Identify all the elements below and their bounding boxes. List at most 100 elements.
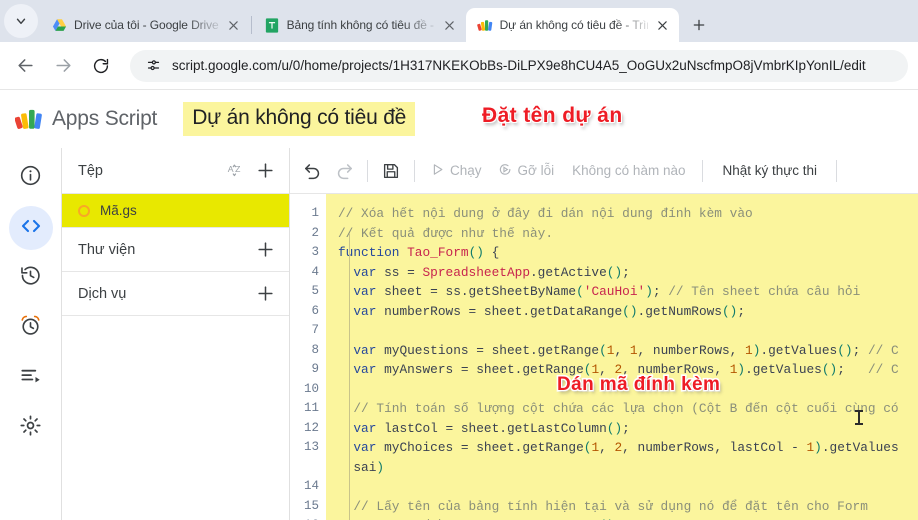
run-label: Chạy bbox=[450, 163, 482, 178]
undo-icon[interactable] bbox=[296, 155, 328, 187]
alarm-clock-icon bbox=[19, 314, 42, 342]
code-line[interactable]: var spreadsheetName = ss.getName(); bbox=[326, 516, 918, 520]
code-line[interactable]: var myChoices = sheet.getRange(1, 2, num… bbox=[326, 438, 918, 458]
code-area[interactable]: 12345678910111213 141516 // Xóa hết nội … bbox=[290, 194, 918, 520]
left-nav-rail bbox=[0, 148, 62, 520]
apps-script-icon bbox=[476, 17, 493, 33]
line-number bbox=[290, 458, 326, 478]
address-bar[interactable]: script.google.com/u/0/home/projects/1H31… bbox=[130, 49, 908, 82]
code-token: // C bbox=[844, 362, 899, 377]
code-token: myChoices = sheet.getRange bbox=[376, 440, 584, 455]
code-token: () bbox=[468, 245, 484, 260]
files-panel: Tệp A Z Mã.gs Thư viện Dịch vụ bbox=[62, 148, 290, 520]
code-line[interactable]: // Lấy tên của bảng tính hiện tại và sử … bbox=[326, 497, 918, 517]
indent-guide bbox=[349, 233, 350, 520]
line-number: 1 bbox=[311, 206, 319, 220]
editor-toolbar: Chạy Gỡ lỗi Không có hàm nào Nhật ký thự… bbox=[290, 148, 918, 194]
project-title-input[interactable]: Dự án không có tiêu đề bbox=[183, 102, 416, 136]
code-token: var bbox=[353, 284, 377, 299]
code-lines[interactable]: // Xóa hết nội dung ở đây đi dán nội dun… bbox=[326, 204, 918, 520]
add-file-plus-icon[interactable] bbox=[251, 157, 279, 185]
sidebar-item-triggers[interactable] bbox=[9, 306, 53, 350]
line-number: 11 bbox=[303, 401, 319, 415]
code-token: , numberRows, bbox=[637, 342, 746, 358]
sidebar-item-overview[interactable] bbox=[9, 156, 53, 200]
code-line[interactable]: // Kết quả được như thế này. bbox=[326, 224, 918, 244]
code-line[interactable]: var ss = SpreadsheetApp.getActive(); bbox=[326, 263, 918, 283]
browser-tab-sheets[interactable]: Bảng tính không có tiêu đề - Go bbox=[253, 8, 466, 42]
line-number: 6 bbox=[311, 303, 319, 318]
code-token: .getValues bbox=[760, 342, 838, 358]
code-token: .getActive bbox=[530, 264, 607, 280]
close-icon[interactable] bbox=[442, 17, 458, 33]
debug-button[interactable]: Gỡ lỗi bbox=[490, 155, 563, 187]
history-clock-icon bbox=[19, 264, 42, 292]
browser-tab-apps-script[interactable]: Dự án không có tiêu đề - Trình bbox=[465, 8, 679, 42]
text-cursor-icon bbox=[855, 410, 863, 425]
reload-icon[interactable] bbox=[86, 51, 116, 81]
code-scroll-region[interactable]: // Xóa hết nội dung ở đây đi dán nội dun… bbox=[326, 194, 918, 520]
code-token: var bbox=[353, 440, 377, 455]
sidebar-item-history[interactable] bbox=[9, 256, 53, 300]
add-library-plus-icon[interactable] bbox=[251, 236, 279, 264]
code-line[interactable] bbox=[326, 477, 918, 497]
line-number: 3 bbox=[311, 245, 319, 259]
function-selector[interactable]: Không có hàm nào bbox=[562, 163, 695, 178]
sort-az-icon[interactable]: A Z bbox=[221, 157, 249, 185]
tab-search-chevron-down-icon[interactable] bbox=[4, 4, 38, 38]
close-icon[interactable] bbox=[655, 17, 671, 33]
code-token: numberRows = sheet.getDataRange bbox=[376, 303, 623, 319]
code-line[interactable]: var lastCol = sheet.getLastColumn(); bbox=[326, 419, 918, 439]
code-token: .getValues bbox=[745, 362, 822, 377]
code-line[interactable]: // Xóa hết nội dung ở đây đi dán nội dun… bbox=[326, 204, 918, 224]
browser-tab-title: Drive của tôi - Google Drive bbox=[74, 18, 219, 32]
sidebar-section-services[interactable]: Dịch vụ bbox=[62, 272, 289, 316]
run-button[interactable]: Chạy bbox=[422, 155, 490, 187]
sidebar-section-libraries[interactable]: Thư viện bbox=[62, 228, 289, 272]
back-arrow-icon[interactable] bbox=[10, 51, 40, 81]
forward-arrow-icon[interactable] bbox=[48, 51, 78, 81]
annotation-paste-code: Dán mã đính kèm bbox=[555, 372, 721, 396]
code-line[interactable]: var numberRows = sheet.getDataRange().ge… bbox=[326, 302, 918, 322]
files-header-label: Tệp bbox=[78, 162, 103, 179]
line-number: 14 bbox=[303, 479, 319, 493]
sidebar-item-editor[interactable] bbox=[8, 206, 53, 250]
code-token: sai bbox=[338, 459, 377, 475]
code-token: () bbox=[622, 303, 638, 319]
close-icon[interactable] bbox=[226, 17, 242, 33]
line-number: 9 bbox=[311, 362, 319, 376]
browser-tab-strip: Drive của tôi - Google Drive Bảng tính k… bbox=[0, 0, 918, 42]
code-line[interactable]: var myQuestions = sheet.getRange(1, 1, n… bbox=[326, 341, 918, 361]
add-service-plus-icon[interactable] bbox=[251, 280, 279, 308]
new-tab-button[interactable] bbox=[685, 11, 713, 39]
file-item-code-gs[interactable]: Mã.gs bbox=[62, 194, 289, 228]
sidebar-item-executions[interactable] bbox=[9, 356, 53, 400]
code-line[interactable] bbox=[326, 321, 918, 341]
code-line[interactable]: // Tính toán số lượng cột chứa các lựa c… bbox=[326, 399, 918, 419]
execution-log-button[interactable]: Nhật ký thực thi bbox=[710, 163, 829, 178]
gear-icon bbox=[19, 414, 42, 442]
save-icon[interactable] bbox=[375, 155, 407, 187]
code-token: Tao_Form bbox=[407, 245, 469, 260]
browser-tab-title: Dự án không có tiêu đề - Trình bbox=[499, 18, 648, 32]
line-number: 15 bbox=[303, 498, 319, 513]
code-token: lastCol = sheet.getLastColumn bbox=[376, 420, 607, 436]
code-line[interactable]: function Tao_Form() { bbox=[326, 243, 918, 263]
sidebar-item-settings[interactable] bbox=[9, 406, 53, 450]
code-token: .getNumRows bbox=[637, 303, 722, 319]
toolbar-divider bbox=[702, 159, 704, 182]
browser-tab-drive[interactable]: Drive của tôi - Google Drive bbox=[40, 8, 250, 42]
code-token: () bbox=[606, 264, 623, 280]
play-icon bbox=[430, 162, 445, 180]
code-line[interactable]: sai) bbox=[326, 458, 918, 478]
code-token: // Tên sheet chứa câu hỏi bbox=[660, 284, 861, 299]
browser-window: Drive của tôi - Google Drive Bảng tính k… bbox=[0, 0, 918, 520]
redo-icon[interactable] bbox=[328, 155, 360, 187]
code-token: , numberRows, lastCol - bbox=[622, 440, 807, 455]
code-token: ) bbox=[814, 440, 822, 455]
code-line[interactable]: var sheet = ss.getSheetByName('CauHoi');… bbox=[326, 282, 918, 302]
tune-icon[interactable] bbox=[144, 57, 162, 75]
app-header: Apps Script Dự án không có tiêu đề bbox=[0, 90, 918, 148]
